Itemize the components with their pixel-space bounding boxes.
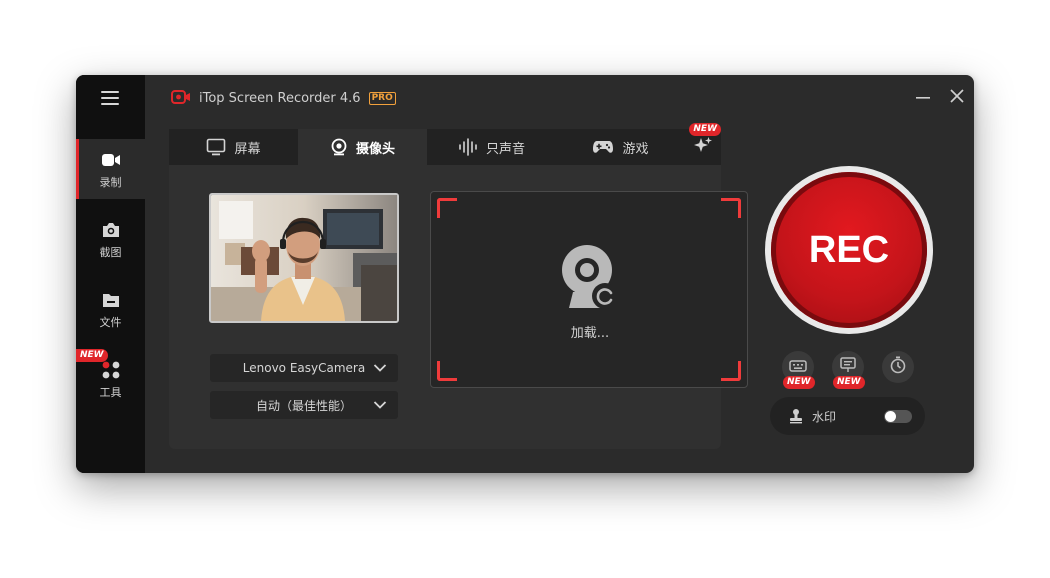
camera-device-select[interactable]: Lenovo EasyCamera [210,354,398,382]
titlebar: iTop Screen Recorder 4.6 PRO [171,89,396,108]
tab-game[interactable]: 游戏 [556,129,685,165]
sidebar: 录制 截图 文件 工具 NEW [76,75,145,473]
sidebar-item-label: 截图 [99,245,122,259]
new-badge: NEW [783,376,815,389]
minimize-button[interactable] [911,85,935,109]
grid-tools-icon [101,359,121,381]
monitor-icon [206,138,226,156]
camera-video-icon [101,149,121,171]
webcam-preview-thumbnail[interactable] [209,193,399,323]
chevron-down-icon [373,399,387,413]
stamp-icon [788,408,804,424]
tab-webcam[interactable]: 摄像头 [298,129,427,165]
watermark-label: 水印 [812,409,837,424]
tab-label: 游戏 [622,141,649,157]
watermark-bar: 水印 [770,397,925,435]
photo-camera-icon [101,219,121,241]
tab-screen[interactable]: 屏幕 [169,129,298,165]
timer-button[interactable] [882,351,914,383]
audio-wave-icon [458,138,478,156]
presentation-icon [839,357,857,377]
frame-corner [721,198,741,218]
rec-button-ring: REC [765,166,933,334]
hamburger-menu-icon[interactable] [101,91,119,105]
quality-value: 自动（最佳性能） [255,398,352,413]
new-badge: NEW [833,376,865,389]
watermark-toggle[interactable] [884,410,912,423]
rec-label: REC [808,228,890,271]
toggle-knob [885,411,896,422]
keyboard-icon [789,358,807,377]
new-badge: NEW [689,123,721,136]
sidebar-item-screenshot[interactable]: 截图 [76,209,145,269]
tab-label: 屏幕 [234,141,261,157]
tab-ai[interactable]: NEW [685,123,721,165]
tab-label: 摄像头 [355,141,395,157]
app-logo-icon [171,89,191,108]
webcam-loading-icon [561,244,619,314]
timer-icon [890,356,906,378]
sidebar-item-record[interactable]: 录制 [76,139,145,199]
close-icon [950,89,964,103]
frame-corner [437,198,457,218]
rec-button[interactable]: REC [771,172,927,328]
sidebar-item-files[interactable]: 文件 [76,279,145,339]
new-badge: NEW [76,349,108,362]
app-window: 录制 截图 文件 工具 NEW iTop Screen Recorder 4.6 [76,75,974,473]
close-button[interactable] [945,85,969,109]
sparkle-icon [693,135,713,159]
camera-device-value: Lenovo EasyCamera [242,361,366,375]
frame-corner [721,361,741,381]
chevron-down-icon [373,362,387,376]
tab-label: 只声音 [485,141,525,157]
gamepad-icon [592,139,614,155]
webcam-loading-preview: 加载... [430,191,748,388]
folder-icon [101,289,121,311]
sidebar-item-label: 录制 [99,175,122,189]
loading-text: 加载... [570,326,610,341]
sidebar-item-label: 工具 [99,385,122,399]
quality-select[interactable]: 自动（最佳性能） [210,391,398,419]
frame-corner [437,361,457,381]
webcam-icon [330,138,348,156]
mode-tabs: 屏幕 摄像头 只声音 游戏 NEW [169,123,721,165]
pro-badge: PRO [368,92,396,105]
app-title: iTop Screen Recorder 4.6 [199,91,361,106]
sidebar-item-label: 文件 [99,315,122,329]
tab-audio-only[interactable]: 只声音 [427,129,556,165]
